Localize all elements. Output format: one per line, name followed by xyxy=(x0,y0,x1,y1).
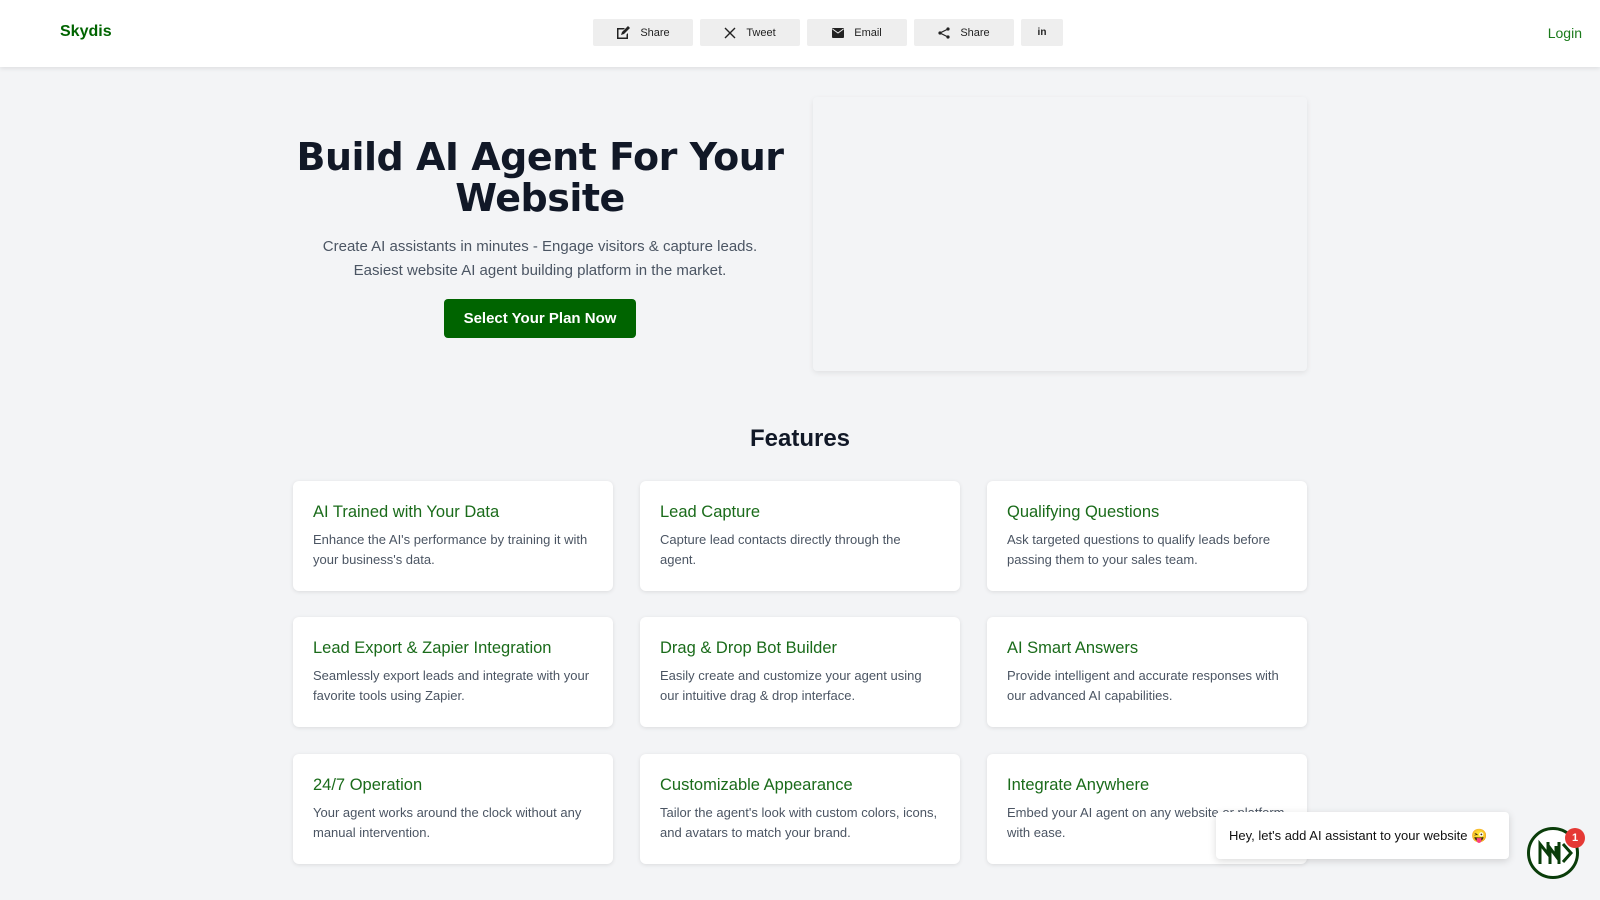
feature-title: 24/7 Operation xyxy=(313,776,423,794)
feature-title: Qualifying Questions xyxy=(1007,503,1160,521)
feature-title: Drag & Drop Bot Builder xyxy=(660,639,837,657)
feature-title: Lead Capture xyxy=(660,503,760,521)
feature-card: Drag & Drop Bot Builder Easily create an… xyxy=(640,617,960,727)
feature-title: Integrate Anywhere xyxy=(1007,776,1150,794)
feature-title: AI Smart Answers xyxy=(1007,639,1139,657)
feature-description: Easily create and customize your agent u… xyxy=(660,668,922,703)
login-link[interactable]: Login xyxy=(1548,25,1582,41)
share-button-label: Share xyxy=(640,26,670,39)
feature-card: AI Smart Answers Provide intelligent and… xyxy=(987,617,1307,727)
share-nodes-icon xyxy=(938,26,950,39)
feature-title: Lead Export & Zapier Integration xyxy=(313,639,552,657)
chat-greeting-bubble[interactable]: Hey, let's add AI assistant to your webs… xyxy=(1216,812,1509,859)
select-plan-button[interactable]: Select Your Plan Now xyxy=(443,299,637,338)
feature-description: Tailor the agent's look with custom colo… xyxy=(660,805,938,840)
feature-description: Enhance the AI's performance by training… xyxy=(313,532,588,567)
features-heading: Features xyxy=(749,425,851,452)
feature-card: Lead Export & Zapier Integration Seamles… xyxy=(293,617,613,727)
email-button[interactable]: Email xyxy=(807,19,907,46)
tweet-button-label: Tweet xyxy=(746,26,776,39)
feature-description: Capture lead contacts directly through t… xyxy=(660,532,901,567)
chat-greeting-text: Hey, let's add AI assistant to your webs… xyxy=(1229,827,1488,843)
feature-description: Provide intelligent and accurate respons… xyxy=(1007,668,1279,703)
hero-section: Build AI Agent For Your Website Create A… xyxy=(290,137,790,338)
feature-card: Customizable Appearance Tailor the agent… xyxy=(640,754,960,864)
hero-title: Build AI Agent For Your Website xyxy=(296,135,784,220)
share-pencil-icon xyxy=(616,25,631,40)
feature-title: Customizable Appearance xyxy=(660,776,853,794)
email-button-label: Email xyxy=(854,26,882,39)
site-logo[interactable]: Skydis xyxy=(60,23,112,41)
tweet-button[interactable]: Tweet xyxy=(700,19,800,46)
linkedin-icon: in xyxy=(1037,27,1047,38)
feature-description: Ask targeted questions to qualify leads … xyxy=(1007,532,1271,567)
share-nodes-button[interactable]: Share xyxy=(914,19,1014,46)
top-header: Skydis Share Tweet Email Share in Login xyxy=(0,0,1600,67)
feature-title: AI Trained with Your Data xyxy=(313,503,500,521)
envelope-icon xyxy=(832,27,845,38)
share-nodes-button-label: Share xyxy=(960,26,990,39)
feature-card: Qualifying Questions Ask targeted questi… xyxy=(987,481,1307,591)
share-bar: Share Tweet Email Share in xyxy=(593,19,1063,46)
feature-description: Seamlessly export leads and integrate wi… xyxy=(313,668,590,703)
hero-subtitle: Create AI assistants in minutes - Engage… xyxy=(322,238,758,279)
feature-card: Lead Capture Capture lead contacts direc… xyxy=(640,481,960,591)
feature-card: 24/7 Operation Your agent works around t… xyxy=(293,754,613,864)
share-button[interactable]: Share xyxy=(593,19,693,46)
x-icon xyxy=(724,27,736,39)
notification-badge: 1 xyxy=(1565,828,1585,848)
feature-card: AI Trained with Your Data Enhance the AI… xyxy=(293,481,613,591)
feature-description: Your agent works around the clock withou… xyxy=(313,805,582,840)
linkedin-button[interactable]: in xyxy=(1021,19,1063,46)
hero-media-placeholder xyxy=(813,97,1307,371)
